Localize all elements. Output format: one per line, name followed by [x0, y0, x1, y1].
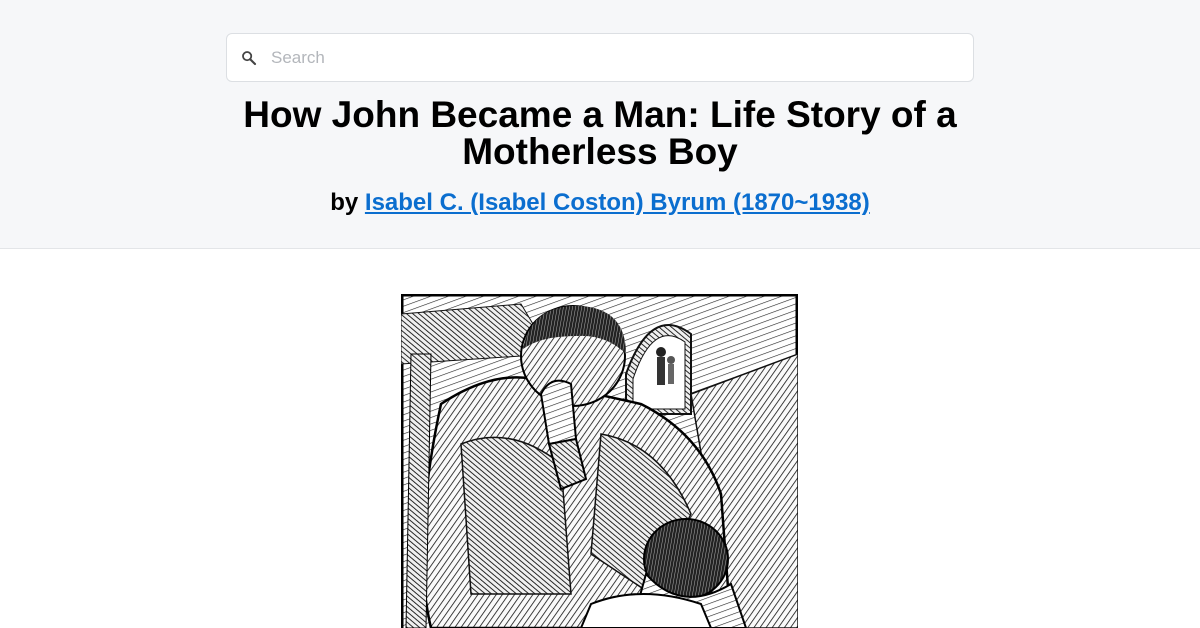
- page-header: How John Became a Man: Life Story of a M…: [0, 0, 1200, 249]
- byline: by Isabel C. (Isabel Coston) Byrum (1870…: [200, 188, 1000, 218]
- book-title: How John Became a Man: Life Story of a M…: [243, 94, 957, 172]
- search-input[interactable]: [271, 42, 951, 74]
- search-box[interactable]: [226, 33, 974, 82]
- book-cover-illustration: [401, 294, 798, 628]
- search-icon: [242, 51, 257, 66]
- cover-engraving: [401, 294, 798, 628]
- by-label: by: [330, 189, 359, 216]
- author-link[interactable]: Isabel C. (Isabel Coston) Byrum (1870~19…: [365, 189, 870, 216]
